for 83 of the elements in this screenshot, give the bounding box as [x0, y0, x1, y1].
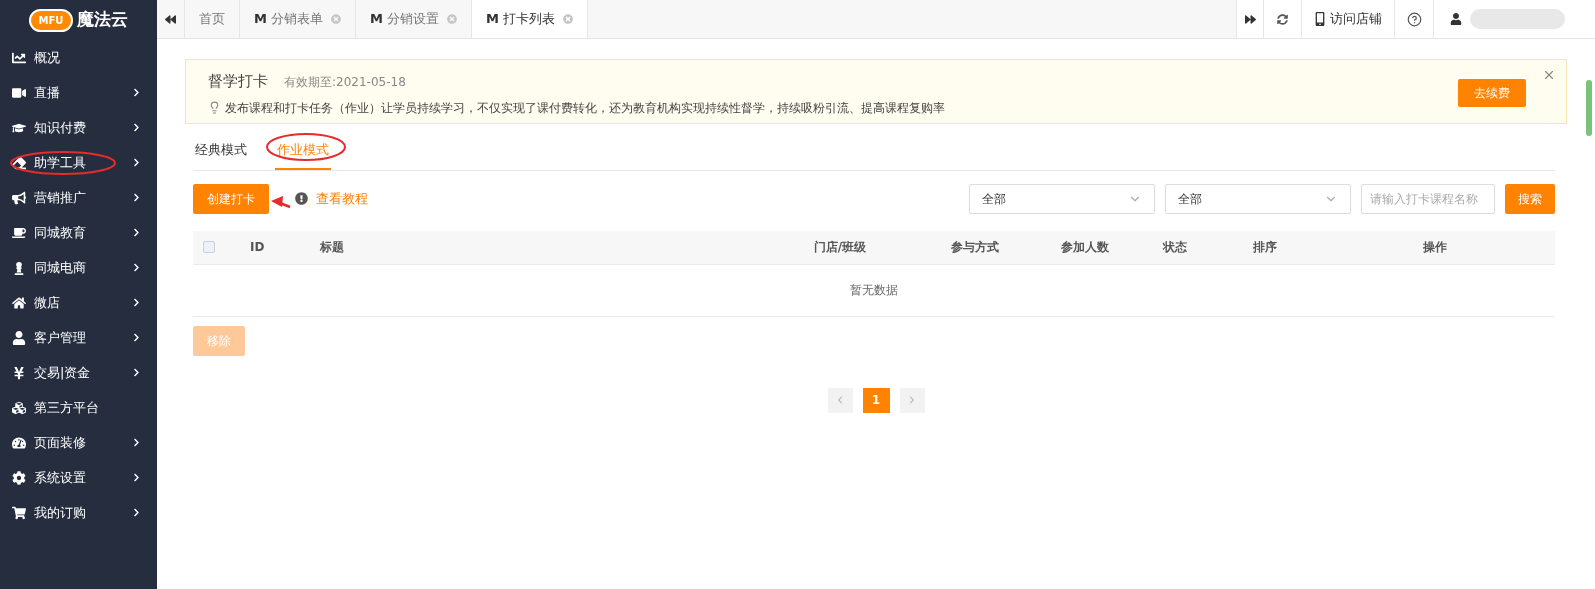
chart-icon: [12, 50, 26, 65]
chevron-icon: [132, 88, 141, 97]
megaphone-icon: [12, 190, 26, 205]
m-label: M: [254, 10, 267, 29]
empty-text: 暂无数据: [850, 282, 898, 299]
sidebar-item[interactable]: 页面装修: [0, 425, 157, 460]
close-icon[interactable]: [1542, 68, 1556, 82]
visit-store-button[interactable]: 访问店铺: [1301, 0, 1394, 38]
remove-button: 移除: [193, 325, 245, 356]
column-header: 门店/班级: [812, 239, 868, 256]
sidebar-item[interactable]: 助学工具: [0, 145, 157, 180]
column-header: 参与方式: [950, 239, 1000, 256]
m-label: M: [485, 10, 499, 29]
sidebar-item[interactable]: 交易|资金: [0, 355, 157, 390]
gauge-icon: [12, 435, 26, 450]
column-header: 状态: [1161, 239, 1188, 256]
sidebar-item[interactable]: 概况: [0, 40, 157, 75]
validity-text: 有效期至:2021-05-18: [284, 74, 406, 91]
chevron-icon: [132, 333, 141, 342]
help-icon: [1406, 11, 1422, 27]
banner-description: 发布课程和打卡任务（作业）让学员持续学习，不仅实现了课付费转化，还为教育机构实现持续性督学，持续吸粉引流、提高课程复购率: [225, 99, 945, 117]
settings-icon: [12, 470, 26, 485]
chevron-icon: [132, 228, 141, 237]
chevron-icon: [132, 158, 141, 167]
column-header: 参加人数: [1060, 239, 1110, 256]
video-camera-icon: [12, 85, 26, 100]
eraser-icon: [12, 155, 26, 170]
chevron-icon: [132, 298, 141, 307]
chevron-left-icon: [836, 396, 844, 404]
filter-select[interactable]: 全部: [969, 183, 1155, 214]
column-header: 排序: [1252, 239, 1278, 256]
chevron-icon: [132, 438, 141, 447]
column-header: 标题: [320, 239, 345, 256]
page-tab[interactable]: M 打卡列表: [471, 0, 588, 38]
info-icon: [295, 192, 308, 205]
lightbulb-icon: [208, 101, 221, 114]
banner-title: 督学打卡: [208, 71, 268, 92]
user-icon: [12, 330, 26, 345]
filter-select[interactable]: 全部: [1165, 183, 1351, 214]
chevron-icon: [132, 263, 141, 272]
sidebar-item[interactable]: 知识付费: [0, 110, 157, 145]
chevron-right-icon: [908, 396, 916, 404]
sidebar-item[interactable]: 系统设置: [0, 460, 157, 495]
page-tab[interactable]: M 分销设置: [355, 0, 472, 38]
cup-icon: [12, 225, 26, 240]
chevron-icon: [132, 123, 141, 132]
pawn-icon: [12, 260, 26, 275]
refresh-button[interactable]: [1263, 0, 1301, 38]
double-right-icon: [1244, 13, 1256, 25]
scroll-right-button[interactable]: [1236, 0, 1263, 38]
chevron-icon: [132, 368, 141, 377]
scrollbar: [1586, 80, 1592, 136]
mode-tab[interactable]: 经典模式: [193, 138, 249, 170]
page-tab[interactable]: 首页: [185, 0, 240, 38]
cart-icon: [12, 505, 26, 520]
sidebar-item[interactable]: 我的订购: [0, 495, 157, 530]
double-left-icon: [165, 13, 176, 25]
home-icon: [12, 295, 26, 310]
cubes-icon: [12, 400, 26, 415]
sidebar-item[interactable]: 客户管理: [0, 320, 157, 355]
logo-text: 魔法云: [77, 8, 129, 32]
chevron-icon: [132, 473, 141, 482]
sidebar-item[interactable]: 微店: [0, 285, 157, 320]
column-header: 操作: [1422, 239, 1448, 256]
column-header: ID: [250, 239, 266, 256]
sidebar-item[interactable]: 直播: [0, 75, 157, 110]
help-button[interactable]: [1394, 0, 1433, 38]
search-field[interactable]: 请输入打卡课程名称: [1361, 183, 1495, 214]
sidebar-item[interactable]: 同城电商: [0, 250, 157, 285]
m-label: M: [369, 10, 383, 29]
refresh-icon: [1277, 13, 1288, 25]
user-icon[interactable]: [1450, 13, 1462, 25]
sidebar-item[interactable]: 同城教育: [0, 215, 157, 250]
annotation-arrow: [271, 195, 291, 210]
sidebar-item[interactable]: 第三方平台: [0, 390, 157, 425]
chevron-icon: [132, 193, 141, 202]
yen-icon: [12, 365, 26, 380]
select-all-checkbox[interactable]: [203, 241, 215, 253]
sidebar-item[interactable]: 营销推广: [0, 180, 157, 215]
logo-badge: MFU: [28, 8, 74, 32]
chevron-icon: [132, 508, 141, 517]
phone-icon: [1314, 12, 1326, 26]
page-tab[interactable]: M 分销表单: [240, 0, 356, 38]
